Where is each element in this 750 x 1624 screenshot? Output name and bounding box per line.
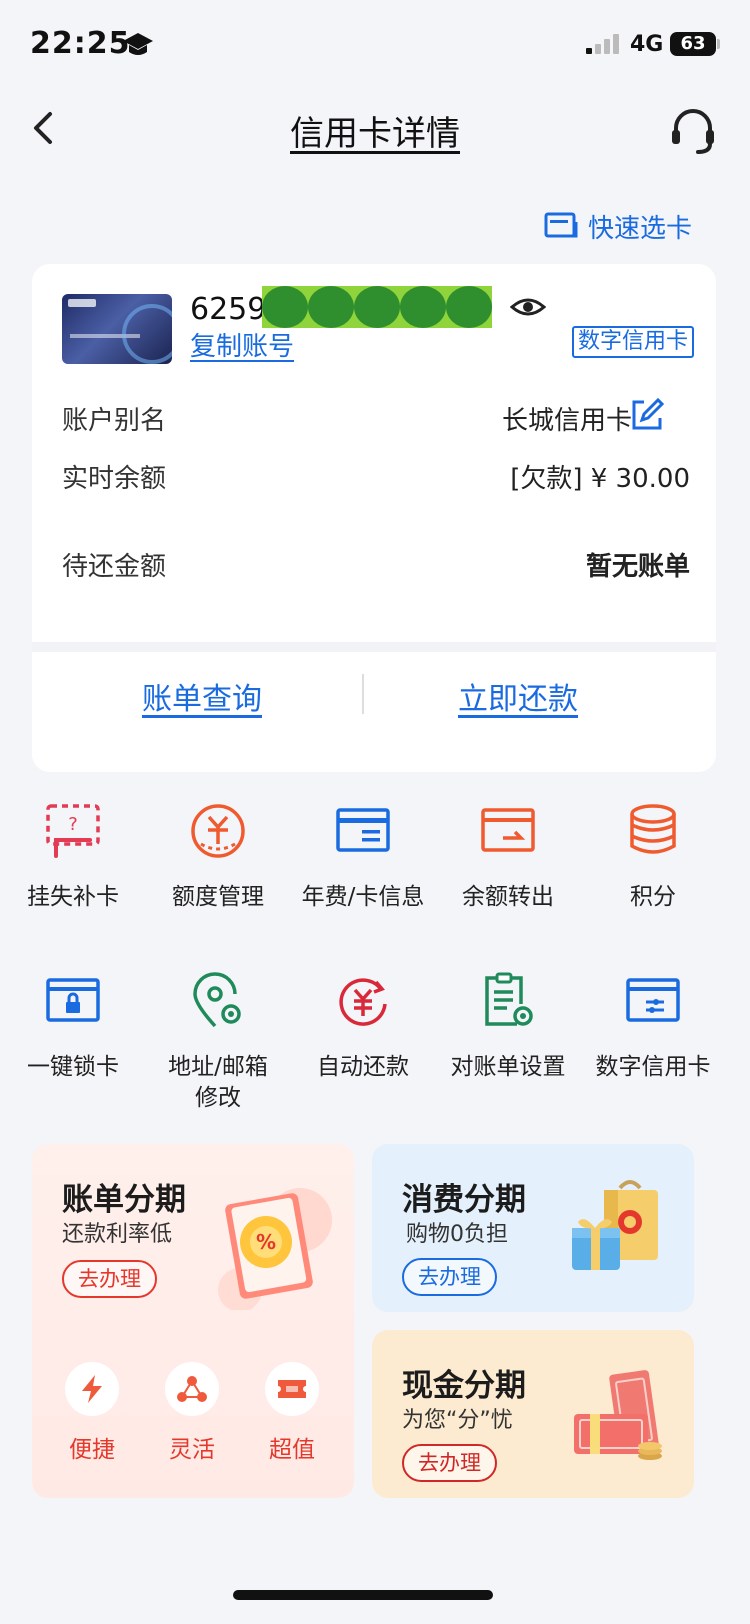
bill-installment-apply-button[interactable]: 去办理 — [62, 1260, 157, 1298]
cash-installment-card[interactable]: 现金分期 为您“分”忧 去办理 — [372, 1330, 694, 1498]
cash-stack-icon — [574, 1370, 662, 1460]
digital-card-badge: 数字信用卡 — [572, 326, 695, 358]
realtime-balance-value: [欠款] ¥ 30.00 — [510, 464, 690, 494]
feature-label: 便捷 — [69, 1437, 115, 1463]
cash-installment-apply-button[interactable]: 去办理 — [402, 1444, 497, 1482]
card-actions — [32, 642, 716, 772]
ticket-icon — [278, 1380, 306, 1398]
due-amount-value: 暂无账单 — [585, 552, 690, 582]
feature-label: 超值 — [269, 1437, 315, 1463]
feature-value: 超值 — [252, 1362, 332, 1464]
balance-transfer-icon — [481, 808, 535, 852]
cash-installment-title: 现金分期 — [402, 1368, 526, 1404]
digital-card-icon — [626, 978, 680, 1022]
grid-item-digital-card[interactable]: 数字信用卡 — [580, 970, 726, 1083]
grid-item-card-info[interactable]: 年费/卡信息 — [290, 800, 436, 913]
card-info-icon — [336, 808, 390, 852]
graduation-cap-icon — [123, 33, 153, 55]
feature-convenient: 便捷 — [52, 1362, 132, 1464]
auto-repay-icon — [339, 978, 387, 1026]
alias-label: 账户别名 — [62, 406, 167, 436]
card-image — [62, 294, 172, 364]
credit-card-panel: 6259 复制账号 数字信用卡 账户别名 长城信用卡 实时余额 [欠款] ¥ 3… — [32, 264, 716, 772]
home-indicator — [233, 1590, 493, 1600]
grid-label: 额度管理 — [172, 884, 264, 910]
alias-value: 长城信用卡 — [501, 406, 632, 436]
status-bar: 22:25 4G 63 — [0, 0, 750, 90]
battery-level: 63 — [670, 32, 716, 56]
grid-item-balance-transfer[interactable]: 余额转出 — [435, 800, 581, 913]
card-switch-icon — [544, 212, 578, 238]
grid-label: 一键锁卡 — [27, 1054, 119, 1080]
card-number-prefix: 6259 — [190, 292, 267, 327]
grid-label: 自动还款 — [317, 1054, 409, 1080]
shopping-gift-icon — [572, 1180, 658, 1270]
bill-installment-subtitle: 还款利率低 — [62, 1222, 173, 1247]
grid-item-points[interactable]: 积分 — [580, 800, 726, 913]
network-nodes-icon — [177, 1376, 207, 1402]
signal-icon — [586, 34, 619, 54]
repay-now-button[interactable]: 立即还款 — [458, 674, 578, 718]
masked-card-digits — [262, 286, 492, 328]
bill-installment-title: 账单分期 — [62, 1182, 186, 1218]
grid-label: 余额转出 — [462, 884, 554, 910]
feature-label: 灵活 — [169, 1437, 215, 1463]
consumer-installment-title: 消费分期 — [402, 1182, 526, 1218]
svg-text:?: ? — [68, 814, 78, 835]
grid-label: 数字信用卡 — [595, 1054, 711, 1080]
grid-item-lock-card[interactable]: 一键锁卡 — [0, 970, 146, 1083]
due-amount-label: 待还金额 — [62, 552, 167, 582]
battery-tip — [717, 39, 720, 49]
consumer-installment-card[interactable]: 消费分期 购物0负担 去办理 — [372, 1144, 694, 1312]
statement-settings-icon — [485, 972, 533, 1026]
grid-label: 对账单设置 — [450, 1054, 566, 1080]
lock-card-icon — [46, 978, 100, 1022]
action-divider — [362, 674, 364, 714]
eye-icon[interactable] — [510, 292, 546, 322]
quick-select-label: 快速选卡 — [588, 213, 693, 244]
page-title: 信用卡详情 — [290, 114, 460, 154]
bill-installment-card[interactable]: 账单分期 还款利率低 去办理 % 便捷 灵活 超值 — [32, 1144, 354, 1498]
consumer-installment-apply-button[interactable]: 去办理 — [402, 1258, 497, 1296]
grid-item-address[interactable]: 地址/邮箱 修改 — [145, 970, 291, 1114]
grid-label: 挂失补卡 — [27, 884, 119, 910]
edit-icon[interactable] — [630, 398, 664, 432]
credit-limit-icon — [191, 804, 245, 858]
points-icon — [630, 804, 676, 854]
grid-item-statement-settings[interactable]: 对账单设置 — [435, 970, 581, 1083]
cash-installment-subtitle: 为您“分”忧 — [402, 1408, 513, 1433]
feature-flexible: 灵活 — [152, 1362, 232, 1464]
svg-text:%: % — [256, 1230, 276, 1254]
grid-label: 地址/邮箱 修改 — [168, 1054, 268, 1111]
lost-card-icon: ? — [46, 804, 100, 858]
grid-item-lost-card[interactable]: ? 挂失补卡 — [0, 800, 146, 913]
customer-service-icon[interactable] — [668, 106, 718, 156]
lightning-icon — [82, 1375, 102, 1403]
address-icon — [193, 972, 241, 1028]
grid-label: 积分 — [630, 884, 676, 910]
consumer-installment-subtitle: 购物0负担 — [406, 1222, 508, 1247]
bill-query-button[interactable]: 账单查询 — [142, 674, 262, 718]
grid-item-auto-repay[interactable]: 自动还款 — [290, 970, 436, 1083]
network-type: 4G — [630, 32, 664, 57]
quick-select-card-button[interactable]: 快速选卡 — [544, 206, 692, 246]
realtime-balance-label: 实时余额 — [62, 464, 167, 494]
status-time: 22:25 — [30, 26, 131, 61]
copy-account-link[interactable]: 复制账号 — [190, 326, 294, 363]
grid-label: 年费/卡信息 — [301, 884, 425, 910]
percent-clipboard-icon: % — [218, 1188, 332, 1310]
grid-item-credit-limit[interactable]: 额度管理 — [145, 800, 291, 913]
